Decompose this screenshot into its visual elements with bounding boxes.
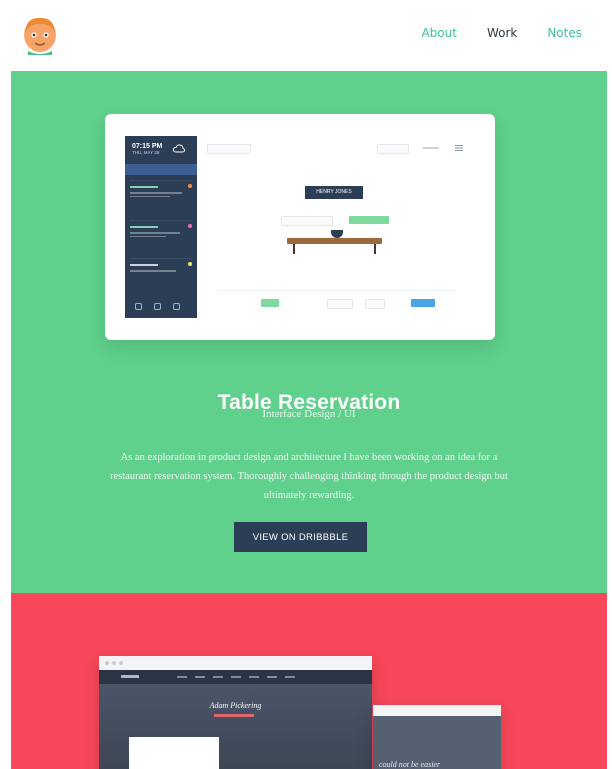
mock-guest-pill — [281, 216, 333, 226]
mock-hero: Adam Pickering — [99, 684, 372, 769]
mock-hero-name: Adam Pickering — [209, 701, 262, 710]
chat-icon — [135, 303, 142, 310]
main-nav: About Work Notes — [421, 26, 582, 40]
mock-hero-accent — [214, 714, 254, 717]
nav-work-link[interactable]: Work — [487, 26, 517, 40]
mock-table — [287, 238, 382, 244]
mock-list-item — [130, 258, 192, 274]
avatar-logo[interactable] — [20, 13, 60, 55]
settings-icon — [173, 303, 180, 310]
mock-centerpiece — [331, 230, 343, 238]
mock-list-item — [130, 180, 192, 199]
browser-toolbar — [373, 705, 501, 716]
mock-site-nav — [99, 670, 372, 684]
project-subtitle: Interface Design / UI — [262, 408, 356, 420]
nav-notes-link[interactable]: Notes — [547, 26, 582, 40]
browser-toolbar — [99, 656, 372, 670]
menu-icon — [455, 145, 463, 151]
mock-sidebar: 07:15 PM THU, MAY 28 — [125, 136, 197, 318]
project2-browser-mock[interactable]: Adam Pickering — [99, 656, 372, 769]
mock-filter-pill — [365, 299, 385, 309]
mock-date-text: THU, MAY 28 — [132, 149, 160, 155]
mock-main-panel: HENRY JONES — [197, 136, 475, 318]
mock-label — [423, 147, 439, 149]
mock-status-badge — [349, 216, 389, 224]
mock-table-leg — [293, 244, 295, 254]
mock-filter-badge — [411, 299, 435, 307]
mock-time: 07:15 PM THU, MAY 28 — [132, 143, 162, 156]
nav-about-link[interactable]: About — [421, 26, 456, 40]
mock-hero-card — [129, 737, 219, 769]
mock-side-text: could not be easier — [379, 760, 441, 769]
mock-sidebar-footer — [135, 303, 180, 310]
project-screenshot[interactable]: 07:15 PM THU, MAY 28 HENRY JONES — [105, 114, 495, 340]
site-header: About Work Notes — [0, 0, 612, 70]
mock-divider — [217, 290, 457, 291]
mock-list-item — [130, 220, 192, 239]
project-second: Adam Pickering could not be easier — [11, 593, 607, 769]
cloud-icon — [173, 144, 185, 153]
mock-filter-badge — [261, 299, 279, 307]
project-table-reservation: 07:15 PM THU, MAY 28 HENRY JONES Table R… — [11, 71, 607, 593]
mock-name-tag: HENRY JONES — [305, 186, 363, 199]
mock-back-pill — [207, 144, 251, 154]
project-description: As an exploration in product design and … — [110, 451, 508, 501]
mock-time-text: 07:15 PM — [132, 143, 163, 150]
view-on-dribbble-button[interactable]: VIEW ON DRIBBBLE — [234, 522, 367, 552]
project2-secondary-mock[interactable]: could not be easier — [373, 705, 501, 769]
mock-filter-pill — [327, 299, 353, 309]
mock-overview-pill — [377, 144, 409, 154]
mock-active-row — [125, 164, 197, 175]
people-icon — [154, 303, 161, 310]
mock-table-leg — [374, 244, 376, 254]
